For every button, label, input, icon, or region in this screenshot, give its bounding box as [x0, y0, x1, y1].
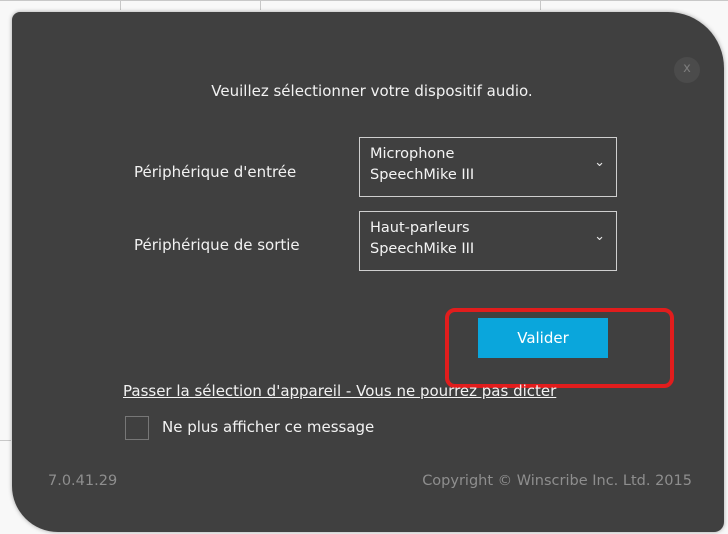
- output-device-label: Périphérique de sortie: [134, 236, 300, 254]
- input-device-select[interactable]: Microphone SpeechMike III ⌄: [359, 137, 617, 197]
- input-device-value: Microphone SpeechMike III: [370, 146, 475, 183]
- close-icon: x: [683, 61, 691, 76]
- dont-show-again-checkbox[interactable]: [125, 416, 149, 440]
- background-divider: [120, 0, 121, 10]
- background-divider: [0, 440, 11, 441]
- background-divider: [260, 0, 261, 10]
- output-device-select[interactable]: Haut-parleurs SpeechMike III ⌄: [359, 211, 617, 271]
- version-text: 7.0.41.29: [48, 473, 118, 489]
- dialog-instruction: Veuillez sélectionner votre dispositif a…: [211, 82, 533, 100]
- close-button[interactable]: x: [674, 57, 700, 83]
- copyright-text: Copyright © Winscribe Inc. Ltd. 2015: [422, 473, 692, 489]
- validate-button[interactable]: Valider: [478, 318, 608, 358]
- input-device-label: Périphérique d'entrée: [134, 163, 297, 181]
- background-border: [0, 0, 728, 1]
- chevron-down-icon: ⌄: [594, 155, 605, 170]
- output-device-value: Haut-parleurs SpeechMike III: [370, 220, 475, 257]
- chevron-down-icon: ⌄: [594, 229, 605, 244]
- dont-show-again-label: Ne plus afficher ce message: [162, 418, 375, 436]
- audio-device-dialog: x Veuillez sélectionner votre dispositif…: [12, 12, 724, 532]
- background-divider: [540, 0, 541, 10]
- skip-device-selection-link[interactable]: Passer la sélection d'appareil - Vous ne…: [123, 382, 556, 400]
